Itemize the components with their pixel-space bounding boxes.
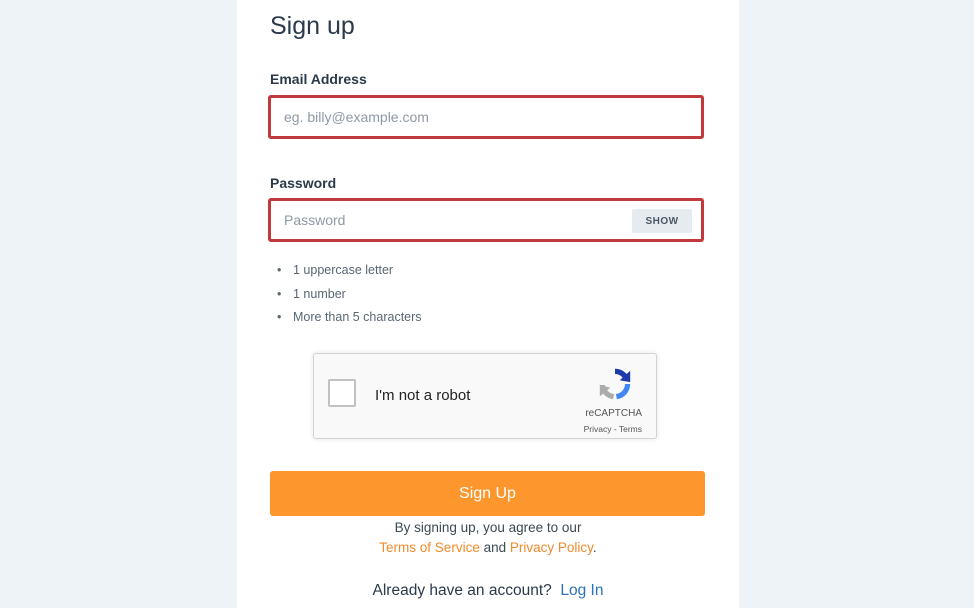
terms-line: Terms of Service and Privacy Policy.	[237, 538, 739, 558]
recaptcha-terms-link[interactable]: Terms	[619, 424, 642, 434]
recaptcha-separator: -	[611, 424, 619, 434]
list-item: • More than 5 characters	[277, 307, 422, 331]
privacy-policy-link[interactable]: Privacy Policy	[510, 540, 593, 555]
recaptcha-logo-icon	[599, 368, 631, 400]
signup-button[interactable]: Sign Up	[270, 471, 705, 516]
password-field-box: SHOW	[268, 198, 704, 242]
recaptcha-links: Privacy - Terms	[584, 424, 642, 434]
login-prompt-line: Already have an account? Log In	[237, 582, 739, 600]
recaptcha-widget: I'm not a robot reCAPTCHA Privacy - Term…	[313, 353, 657, 439]
recaptcha-brand: reCAPTCHA	[585, 408, 642, 419]
list-item: • 1 uppercase letter	[277, 260, 422, 284]
show-password-button[interactable]: SHOW	[632, 209, 692, 233]
bullet-icon: •	[277, 263, 282, 277]
bullet-icon: •	[277, 310, 282, 324]
rule-text: 1 uppercase letter	[293, 263, 394, 277]
terms-prefix: By signing up, you agree to our	[394, 520, 582, 535]
bullet-icon: •	[277, 286, 282, 301]
login-link[interactable]: Log In	[560, 582, 603, 599]
recaptcha-checkbox[interactable]	[328, 379, 356, 407]
recaptcha-privacy-link[interactable]: Privacy	[584, 424, 612, 434]
terms-and: and	[483, 540, 507, 555]
email-label: Email Address	[270, 71, 367, 87]
rule-text: 1 number	[293, 286, 346, 301]
list-item: • 1 number	[277, 284, 422, 308]
recaptcha-label: I'm not a robot	[375, 387, 471, 404]
email-field[interactable]	[284, 98, 624, 136]
login-prompt: Already have an account?	[372, 582, 552, 599]
email-field-box	[268, 95, 704, 139]
password-field[interactable]	[284, 201, 624, 239]
password-label: Password	[270, 175, 337, 191]
page-title: Sign up	[270, 12, 355, 40]
signup-card: Sign up Email Address Password SHOW • 1 u…	[237, 0, 739, 608]
terms-notice: By signing up, you agree to our Terms of…	[237, 518, 739, 558]
rule-text: More than 5 characters	[293, 310, 422, 324]
terms-suffix: .	[592, 540, 597, 555]
password-rules-list: • 1 uppercase letter • 1 number • More than…	[277, 260, 422, 331]
terms-of-service-link[interactable]: Terms of Service	[379, 540, 480, 555]
